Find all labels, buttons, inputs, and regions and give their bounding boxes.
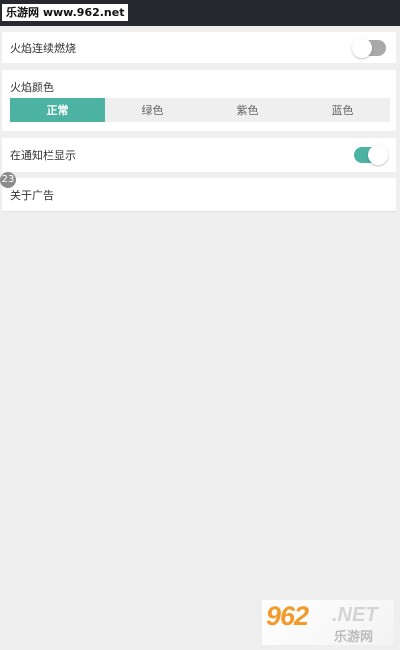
setting-about-ads[interactable]: 关于广告 bbox=[2, 178, 396, 211]
logo-number: 962 bbox=[266, 601, 309, 631]
number-badge: 23 bbox=[0, 172, 16, 188]
flame-continuous-label: 火焰连续燃烧 bbox=[10, 41, 76, 55]
watermark-top: 乐游网 www.962.net bbox=[2, 4, 129, 21]
notification-display-toggle[interactable] bbox=[354, 145, 388, 165]
flame-continuous-toggle[interactable] bbox=[352, 37, 386, 58]
logo-name: 乐游网 bbox=[334, 630, 374, 645]
setting-flame-color: 火焰颜色 正常 绿色 紫色 蓝色 bbox=[2, 70, 396, 131]
setting-notification-display[interactable]: 在通知栏显示 bbox=[2, 138, 396, 172]
color-option-blue[interactable]: 蓝色 bbox=[295, 98, 390, 122]
setting-flame-continuous[interactable]: 火焰连续燃烧 bbox=[2, 32, 396, 63]
about-ads-label: 关于广告 bbox=[10, 188, 54, 202]
empty-content-area bbox=[2, 211, 396, 648]
color-option-purple[interactable]: 紫色 bbox=[200, 98, 295, 122]
site-logo: 962 .NET 乐游网 bbox=[262, 600, 394, 645]
flame-color-label: 火焰颜色 bbox=[10, 81, 54, 94]
toggle-knob bbox=[368, 145, 388, 165]
color-option-green[interactable]: 绿色 bbox=[105, 98, 200, 122]
toggle-knob bbox=[352, 37, 372, 58]
logo-net: .NET bbox=[332, 604, 378, 626]
color-option-normal[interactable]: 正常 bbox=[10, 98, 105, 122]
notification-display-label: 在通知栏显示 bbox=[10, 149, 76, 162]
flame-color-selector: 正常 绿色 紫色 蓝色 bbox=[10, 98, 390, 122]
